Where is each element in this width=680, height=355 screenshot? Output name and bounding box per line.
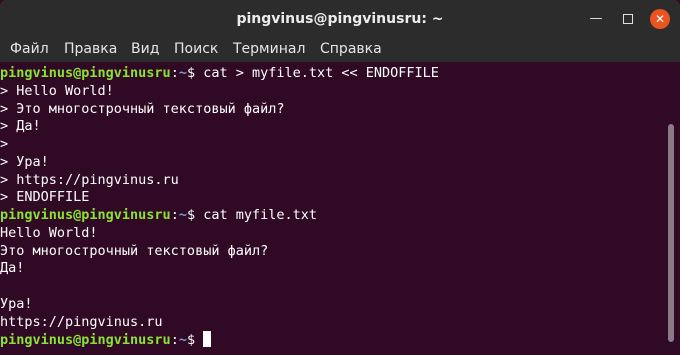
command-text: cat myfile.txt [203, 207, 318, 223]
menu-help[interactable]: Справка [320, 38, 382, 62]
command-line: pingvinus@pingvinusru:~$ cat > myfile.tx… [0, 65, 670, 83]
minimize-button[interactable]: — [586, 9, 606, 29]
prompt-symbol: $ [186, 65, 204, 81]
heredoc-line: > Это многострочный текстовый файл? [0, 100, 285, 117]
menu-edit[interactable]: Правка [64, 38, 117, 62]
title-bar[interactable]: pingvinus@pingvinusru: ~ — ✕ [0, 0, 680, 38]
heredoc-line: > Да! [0, 118, 41, 135]
output-line: Это многострочный текстовый файл? [0, 242, 269, 259]
prompt-symbol: $ [186, 207, 204, 223]
close-icon: ✕ [654, 12, 666, 26]
output-line: Да! [0, 260, 25, 277]
command-line: pingvinus@pingvinusru:~$ [0, 331, 670, 349]
prompt-path: ~ [178, 332, 187, 349]
menu-file[interactable]: Файл [10, 38, 49, 62]
menu-bar: Файл Правка Вид Поиск Терминал Справка [0, 38, 680, 62]
scrollbar[interactable] [668, 124, 674, 342]
prompt-path: ~ [178, 65, 187, 81]
prompt-separator: : [170, 207, 179, 223]
heredoc-line: > Ура! [0, 153, 49, 170]
command-text: cat > myfile.txt << ENDOFFILE [203, 65, 439, 81]
heredoc-line: > https://pingvinus.ru [0, 171, 179, 188]
menu-terminal[interactable]: Терминал [233, 38, 305, 62]
prompt-user-host: pingvinus@pingvinusru [0, 207, 171, 223]
heredoc-line: > [0, 136, 9, 152]
prompt-path: ~ [178, 207, 187, 223]
prompt-user-host: pingvinus@pingvinusru [0, 65, 171, 81]
text-cursor [203, 331, 212, 348]
heredoc-line: > Hello World! [0, 82, 114, 99]
menu-view[interactable]: Вид [131, 38, 159, 62]
prompt-symbol: $ [186, 332, 204, 349]
prompt-separator: : [170, 332, 179, 349]
heredoc-line: > ENDOFFILE [0, 189, 90, 206]
minimize-icon: — [589, 11, 603, 26]
menu-search[interactable]: Поиск [174, 38, 218, 62]
output-line: Ура! [0, 295, 33, 312]
maximize-icon [623, 13, 633, 24]
terminal-output[interactable]: pingvinus@pingvinusru:~$ cat > myfile.tx… [0, 62, 670, 355]
maximize-button[interactable] [618, 9, 638, 29]
output-line: https://pingvinus.ru [0, 313, 163, 330]
window-title: pingvinus@pingvinusru: ~ [236, 11, 444, 27]
prompt-separator: : [170, 65, 179, 81]
command-line: pingvinus@pingvinusru:~$ cat myfile.txt [0, 207, 670, 225]
output-line: Hello World! [0, 224, 98, 241]
terminal-window: pingvinus@pingvinusru: ~ — ✕ Файл Правка… [0, 0, 680, 352]
prompt-user-host: pingvinus@pingvinusru [0, 332, 171, 349]
close-button[interactable]: ✕ [650, 9, 670, 29]
